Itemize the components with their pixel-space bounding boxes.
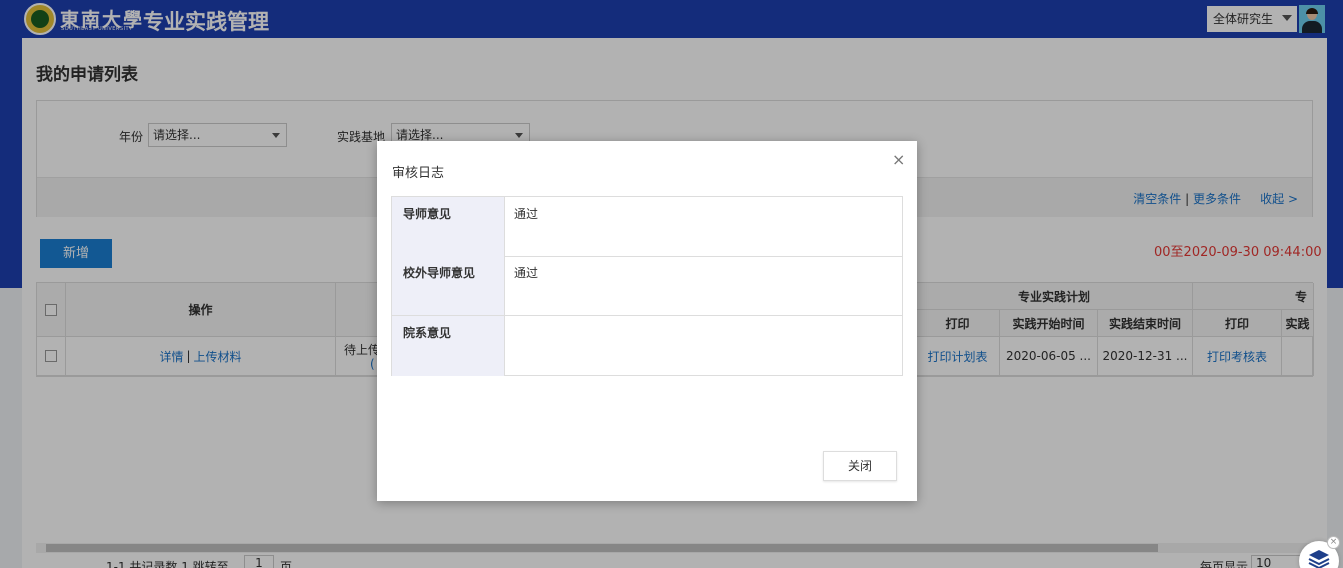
log-value (505, 316, 902, 376)
log-value: 通过 (514, 207, 539, 221)
close-button[interactable]: 关闭 (823, 451, 897, 481)
close-icon[interactable]: × (892, 150, 905, 169)
log-label: 导师意见 (392, 197, 505, 256)
audit-log-dialog: 审核日志 × 导师意见 通过 校外导师意见 通过 院系意见 关闭 (377, 141, 917, 501)
log-value: 通过 (514, 266, 539, 280)
log-label: 院系意见 (392, 316, 505, 376)
log-row: 导师意见 通过 (392, 197, 902, 257)
audit-log-table: 导师意见 通过 校外导师意见 通过 院系意见 (391, 196, 903, 376)
log-row: 校外导师意见 通过 (392, 256, 902, 316)
close-float-icon[interactable]: × (1327, 536, 1340, 549)
dialog-title: 审核日志 (392, 166, 445, 181)
log-label: 校外导师意见 (392, 256, 505, 315)
log-row: 院系意见 (392, 316, 902, 376)
